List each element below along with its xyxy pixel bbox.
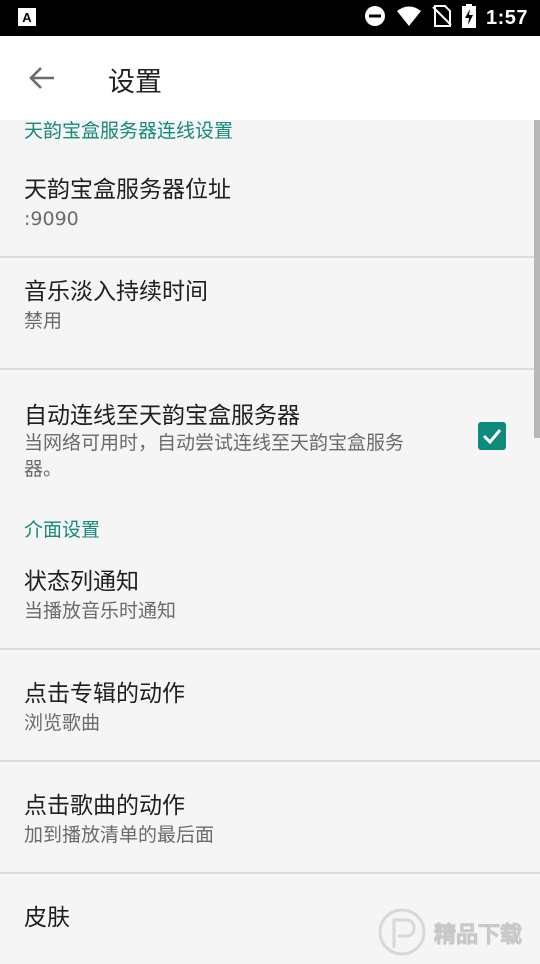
pref-server-address-title: 天韵宝盒服务器位址 xyxy=(24,177,231,203)
pref-album-click-action-title: 点击专辑的动作 xyxy=(24,681,185,707)
pref-autoconnect-summary-line2: 器。 xyxy=(24,458,63,480)
app-bar: 设置 xyxy=(0,36,540,120)
battery-charging-icon xyxy=(461,4,476,32)
clock: 1:57 xyxy=(485,6,528,29)
pref-autoconnect-summary-line1: 当网络可用时，自动尝试连线至天韵宝盒服务 xyxy=(24,432,405,454)
status-bar: A 1:57 xyxy=(0,0,540,36)
pref-album-click-action[interactable]: 点击专辑的动作 浏览歌曲 xyxy=(0,650,540,760)
pref-notification-summary: 当播放音乐时通知 xyxy=(24,600,177,622)
arrow-back-icon xyxy=(29,67,54,89)
pref-song-click-action-title: 点击歌曲的动作 xyxy=(24,793,185,819)
do-not-disturb-icon xyxy=(364,5,386,31)
pref-fade-duration[interactable]: 音乐淡入持续时间 禁用 xyxy=(0,258,540,368)
pref-autoconnect[interactable]: 自动连线至天韵宝盒服务器 当网络可用时，自动尝试连线至天韵宝盒服务 器。 xyxy=(0,370,540,512)
svg-text:A: A xyxy=(22,10,32,25)
pref-notification-title: 状态列通知 xyxy=(24,569,139,595)
app-notification-icon: A xyxy=(18,8,36,26)
no-sim-icon xyxy=(432,5,452,31)
pref-server-address[interactable]: 天韵宝盒服务器位址 :9090 xyxy=(0,156,540,256)
pref-server-address-summary: :9090 xyxy=(24,208,79,230)
wifi-icon xyxy=(396,5,422,31)
category-server-header: 天韵宝盒服务器连线设置 xyxy=(24,120,234,142)
checkmark-icon xyxy=(482,429,502,445)
watermark-logo: 精品下载 xyxy=(372,896,540,960)
pref-song-click-action-summary: 加到播放清单的最后面 xyxy=(24,824,215,846)
pref-song-click-action[interactable]: 点击歌曲的动作 加到播放清单的最后面 xyxy=(0,762,540,872)
pref-notification[interactable]: 状态列通知 当播放音乐时通知 xyxy=(0,548,540,648)
pref-fade-duration-title: 音乐淡入持续时间 xyxy=(24,279,208,305)
scrollbar[interactable] xyxy=(534,120,540,438)
page-title: 设置 xyxy=(108,67,162,98)
pref-album-click-action-summary: 浏览歌曲 xyxy=(24,712,101,734)
settings-list[interactable]: 天韵宝盒服务器连线设置 天韵宝盒服务器位址 :9090 音乐淡入持续时间 禁用 … xyxy=(0,120,540,960)
category-ui-header: 介面设置 xyxy=(24,519,101,541)
watermark-text: 精品下载 xyxy=(434,922,522,948)
pref-autoconnect-title: 自动连线至天韵宝盒服务器 xyxy=(24,403,300,429)
autoconnect-checkbox[interactable] xyxy=(478,422,506,450)
back-button[interactable] xyxy=(22,58,62,98)
pref-fade-duration-summary: 禁用 xyxy=(24,310,63,332)
pref-skin-title: 皮肤 xyxy=(24,905,70,931)
